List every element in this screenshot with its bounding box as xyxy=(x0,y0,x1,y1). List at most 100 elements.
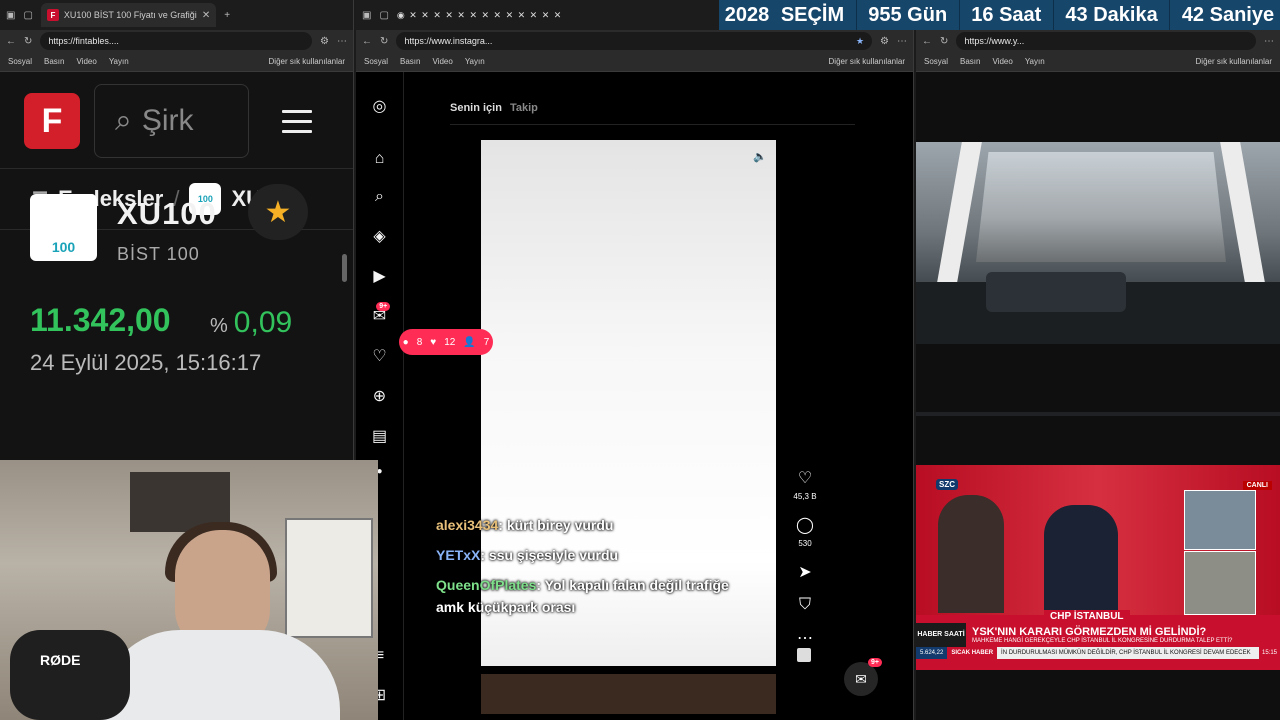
more-icon[interactable]: ⋯ xyxy=(1264,36,1274,47)
price-datetime: 24 Eylül 2025, 15:16:17 xyxy=(30,350,262,375)
star-icon[interactable]: ★ xyxy=(856,36,864,47)
bookmark-video[interactable]: Video xyxy=(432,57,452,66)
messages-badge: 9+ xyxy=(376,302,391,311)
bookmark-basin[interactable]: Basın xyxy=(44,57,64,66)
dashboard-icon[interactable]: ▤ xyxy=(372,426,387,446)
home-icon[interactable]: ⌂ xyxy=(375,150,385,168)
save-icon[interactable]: ⛉ xyxy=(799,596,811,614)
bookmark-yayin[interactable]: Yayın xyxy=(1025,57,1045,66)
search-icon[interactable]: ⌕ xyxy=(375,188,384,206)
bookmarks-bar: Sosyal Basın Video Yayın Diğer sık kulla… xyxy=(916,52,1280,72)
divider xyxy=(450,124,855,125)
nav-bar: ← ↻ https://www.y... ⋯ xyxy=(916,30,1280,52)
fintables-favicon: F xyxy=(46,9,59,21)
tab-bar: ▣ ▢ F XU100 BİST 100 Fiyatı ve Grafiği ✕… xyxy=(0,0,353,30)
workspaces-icon[interactable]: ▣ xyxy=(6,10,15,21)
ticker-text: İN DURDURULMASI MÜMKÜN DEĞİLDİR, CHP İST… xyxy=(1001,650,1251,656)
more-icon[interactable]: ⋯ xyxy=(337,36,347,47)
back-icon[interactable]: ← xyxy=(6,36,16,47)
comment-icon[interactable]: ◯ xyxy=(796,515,814,535)
fintables-logo[interactable]: F xyxy=(24,93,80,149)
other-bookmarks[interactable]: Diğer sık kullanılanlar xyxy=(269,57,345,66)
create-icon[interactable]: ⊕ xyxy=(373,386,386,406)
more-options-icon[interactable]: ⋯ xyxy=(797,628,813,648)
tab-actions-icon[interactable]: ▢ xyxy=(23,10,32,21)
bookmark-video[interactable]: Video xyxy=(76,57,96,66)
headline: YSK'NIN KARARI GÖRMEZDEN Mİ GELİNDİ? xyxy=(972,625,1207,638)
tab-for-you[interactable]: Senin için xyxy=(450,102,502,114)
refresh-icon[interactable]: ↻ xyxy=(24,36,32,47)
reels-icon[interactable]: ▶ xyxy=(373,266,385,286)
bookmarks-bar: Sosyal Basın Video Yayın Diğer sık kulla… xyxy=(356,52,913,72)
bookmark-yayin[interactable]: Yayın xyxy=(109,57,129,66)
address-bar[interactable]: https://www.y... xyxy=(956,32,1256,50)
address-bar[interactable]: https://www.instagra... ★ xyxy=(396,32,873,50)
bookmark-video[interactable]: Video xyxy=(992,57,1012,66)
messages-icon[interactable]: ✉ 9+ xyxy=(373,302,391,326)
refresh-icon[interactable]: ↻ xyxy=(380,36,388,47)
comment-count: 530 xyxy=(798,539,812,548)
instagram-logo-icon[interactable]: ◎ xyxy=(373,96,387,116)
index-change: % 0,09 xyxy=(210,306,292,340)
tram-windshield xyxy=(976,152,1226,262)
stream-chat-overlay: alexi3434: kürt birey vurdu YETxX: ssu ş… xyxy=(436,510,736,618)
bookmark-sosyal[interactable]: Sosyal xyxy=(8,57,32,66)
tab-following[interactable]: Takip xyxy=(510,102,538,114)
webcam-overlay: RØDE xyxy=(0,460,378,720)
news-ticker: 5.624,22 SICAK HABER İN DURDURULMASI MÜM… xyxy=(916,647,1280,659)
extensions-icon[interactable]: ⚙ xyxy=(320,36,329,47)
refresh-icon[interactable]: ↻ xyxy=(940,36,948,47)
share-icon[interactable]: ➤ xyxy=(798,562,811,582)
next-reel-preview[interactable] xyxy=(481,674,776,714)
menu-icon[interactable] xyxy=(282,110,312,140)
tram-control-panel xyxy=(986,272,1126,312)
like-count: 45,3 B xyxy=(793,492,817,501)
countdown-days: 955 Gün xyxy=(868,3,948,26)
extensions-icon[interactable]: ⚙ xyxy=(880,36,889,47)
messages-button[interactable]: ✉ 9+ xyxy=(844,658,882,696)
tram-video-player[interactable] xyxy=(916,142,1280,344)
bookmark-yayin[interactable]: Yayın xyxy=(465,57,485,66)
bookmark-basin[interactable]: Basın xyxy=(960,57,980,66)
index-price: 11.342,00 xyxy=(30,302,171,338)
chat-user: QueenOfPlates xyxy=(436,577,537,593)
other-bookmarks[interactable]: Diğer sık kullanılanlar xyxy=(829,57,905,66)
search-box[interactable]: ⌕ Şirk xyxy=(94,84,249,158)
tab-actions-icon[interactable]: ▢ xyxy=(379,10,388,21)
notifications-icon[interactable]: ♡ xyxy=(372,346,386,366)
address-bar[interactable]: https://fintables.... xyxy=(40,32,313,50)
subheadline: MAHKEME HANGİ GEREKÇEYLE CHP İSTANBUL İL… xyxy=(972,637,1233,644)
workspaces-icon[interactable]: ▣ xyxy=(362,10,371,21)
url-text: https://www.y... xyxy=(964,36,1025,46)
person-icon: 👤 xyxy=(463,336,476,348)
pinned-tabs-strip[interactable]: ◉ ✕ ✕ ✕ ✕ ✕ ✕ ✕ ✕ ✕ ✕ ✕ ✕ ✕ xyxy=(397,10,562,21)
program-tag: HABER SAATİ xyxy=(916,623,966,647)
like-icon[interactable]: ♡ xyxy=(798,468,812,488)
explore-icon[interactable]: ◈ xyxy=(373,226,385,246)
chat-user: YETxX xyxy=(436,547,481,563)
new-tab-icon[interactable]: + xyxy=(224,10,230,21)
bookmark-sosyal[interactable]: Sosyal xyxy=(364,57,388,66)
other-bookmarks[interactable]: Diğer sık kullanılanlar xyxy=(1196,57,1272,66)
more-icon[interactable]: ⋯ xyxy=(897,36,907,47)
close-tab-icon[interactable]: ✕ xyxy=(202,10,210,21)
scrollbar-thumb[interactable] xyxy=(342,254,347,282)
audio-thumbnail[interactable] xyxy=(797,648,811,662)
tab-fintables[interactable]: F XU100 BİST 100 Fiyatı ve Grafiği ✕ xyxy=(40,3,217,27)
activity-notification[interactable]: ● 8 ♥ 12 👤 7 xyxy=(399,329,493,355)
streamer-body xyxy=(100,630,340,720)
favorite-star-icon[interactable]: ★ xyxy=(248,184,308,240)
ticker-label: SICAK HABER xyxy=(947,647,998,659)
bookmark-sosyal[interactable]: Sosyal xyxy=(924,57,948,66)
countdown-seconds: 42 Saniye xyxy=(1181,3,1275,26)
bookmark-basin[interactable]: Basın xyxy=(400,57,420,66)
news-video-player[interactable]: SZC CANLI CHP İSTANBUL HABER SAATİ YSK'N… xyxy=(916,465,1280,670)
mute-icon[interactable]: 🔈 xyxy=(753,150,767,163)
back-icon[interactable]: ← xyxy=(362,36,372,47)
notif-likes: 12 xyxy=(444,336,456,348)
chat-message: YETxX: ssu şişesiyle vurdu xyxy=(436,540,736,570)
reel-actions: ♡ 45,3 B ◯ 530 ➤ ⛉ ⋯ xyxy=(790,458,820,648)
ticker-value: 5.624,22 xyxy=(916,647,948,659)
anchor-figure xyxy=(938,495,1004,613)
back-icon[interactable]: ← xyxy=(922,36,932,47)
